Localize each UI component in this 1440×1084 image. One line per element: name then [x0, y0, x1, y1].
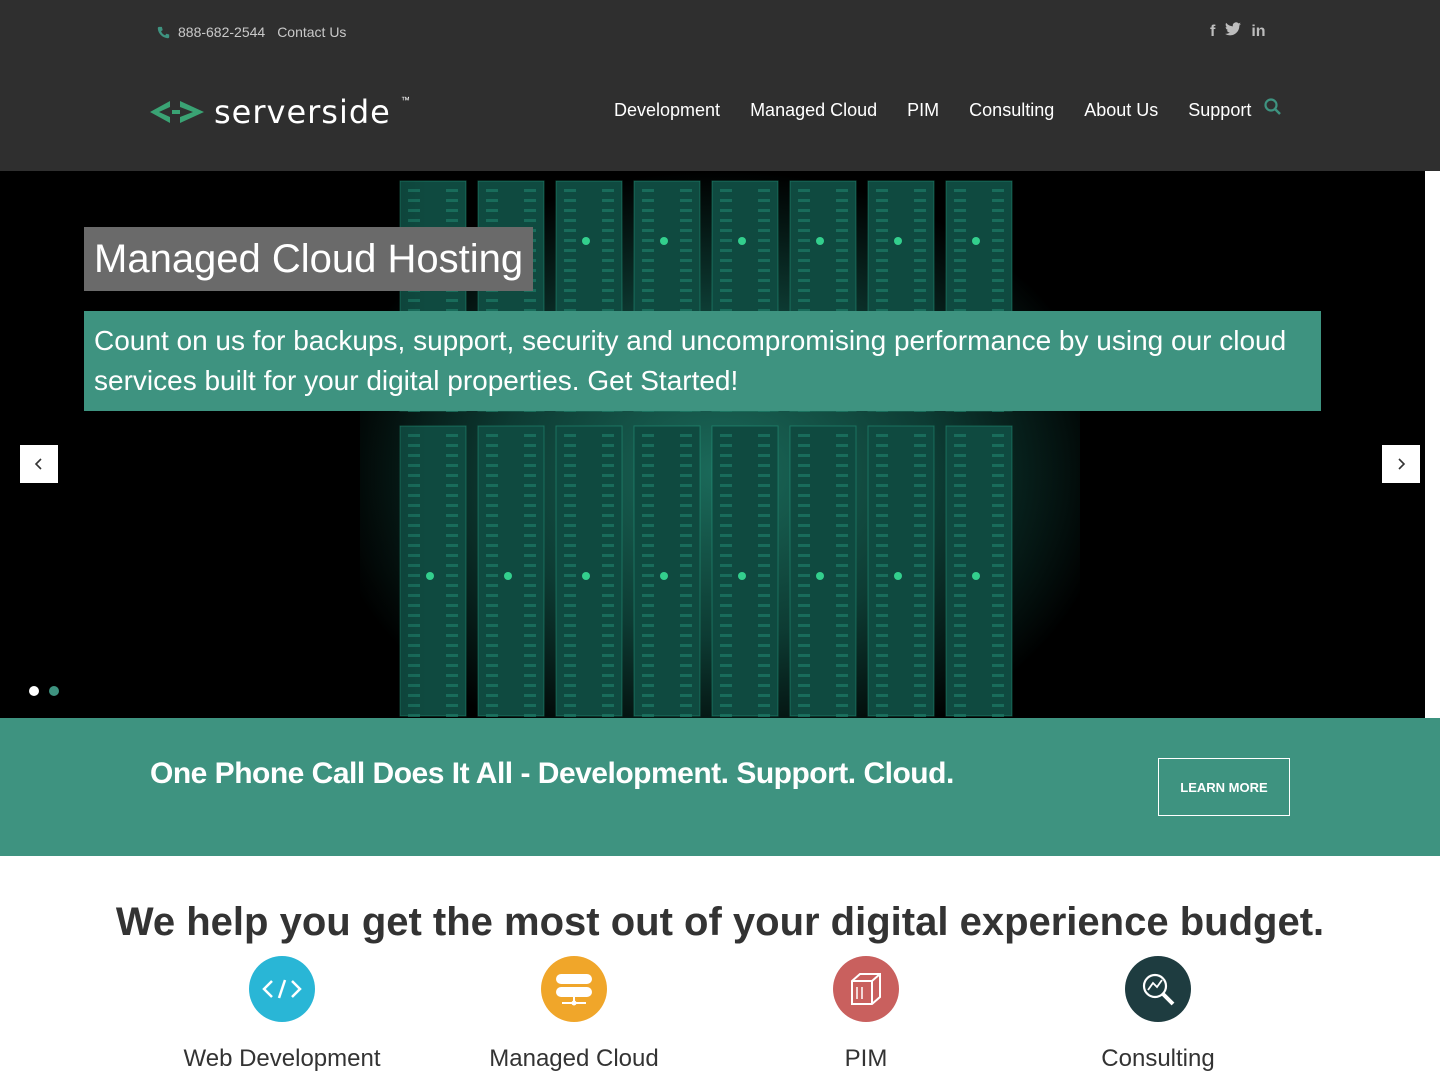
nav-pim[interactable]: PIM — [907, 98, 939, 122]
learn-more-button[interactable]: LEARN MORE — [1158, 758, 1290, 816]
logo-text: serverside — [214, 93, 391, 131]
site-header: 888-682-2544 Contact Us f in serverside … — [0, 0, 1440, 171]
linkedin-icon[interactable]: in — [1251, 22, 1265, 42]
main-nav: Development Managed Cloud PIM Consulting… — [614, 98, 1281, 122]
phone-number[interactable]: 888-682-2544 — [178, 24, 265, 40]
nav-development[interactable]: Development — [614, 98, 720, 122]
magnifier-chart-icon[interactable] — [1125, 956, 1191, 1022]
cta-band: One Phone Call Does It All - Development… — [0, 718, 1440, 856]
contact-us-link[interactable]: Contact Us — [277, 24, 346, 40]
services-headline: We help you get the most out of your dig… — [115, 900, 1325, 944]
slider-next-button[interactable] — [1382, 445, 1420, 483]
server-icon[interactable] — [541, 956, 607, 1022]
service-pim[interactable]: PIM — [726, 956, 1006, 1074]
box-icon[interactable] — [833, 956, 899, 1022]
nav-consulting[interactable]: Consulting — [969, 98, 1054, 122]
hero-title: Managed Cloud Hosting — [84, 227, 534, 291]
service-label[interactable]: Managed Cloud — [434, 1044, 714, 1074]
cta-text: One Phone Call Does It All - Development… — [150, 757, 954, 790]
nav-support[interactable]: Support — [1188, 98, 1251, 122]
serverside-logo[interactable]: serverside ™ — [150, 94, 410, 130]
slider-dot-1[interactable] — [29, 686, 39, 696]
slider-dot-2[interactable] — [49, 686, 59, 696]
service-label[interactable]: PIM — [726, 1044, 1006, 1074]
slider-dots — [29, 686, 59, 696]
social-links: f in — [1210, 22, 1266, 42]
service-label[interactable]: Web Development — [142, 1044, 422, 1074]
hero-subtitle[interactable]: Count on us for backups, support, securi… — [84, 311, 1321, 411]
topbar-contact: 888-682-2544 Contact Us — [157, 24, 346, 40]
nav-about-us[interactable]: About Us — [1084, 98, 1158, 122]
search-icon[interactable] — [1264, 98, 1282, 121]
hero-slider: Managed Cloud Hosting Count on us for ba… — [0, 171, 1425, 718]
code-icon[interactable] — [249, 956, 315, 1022]
twitter-icon[interactable] — [1225, 22, 1242, 42]
nav-managed-cloud[interactable]: Managed Cloud — [750, 98, 877, 122]
logo-trademark: ™ — [400, 95, 410, 105]
chevron-left-icon — [34, 458, 42, 470]
phone-icon — [157, 26, 170, 39]
service-managed-cloud[interactable]: Managed Cloud — [434, 956, 714, 1074]
facebook-icon[interactable]: f — [1210, 22, 1215, 42]
service-web-development[interactable]: Web Development — [142, 956, 422, 1074]
logo-chevrons-icon — [150, 101, 204, 123]
slider-prev-button[interactable] — [20, 445, 58, 483]
service-consulting[interactable]: Consulting — [1018, 956, 1298, 1074]
service-label[interactable]: Consulting — [1018, 1044, 1298, 1074]
chevron-right-icon — [1398, 458, 1406, 470]
